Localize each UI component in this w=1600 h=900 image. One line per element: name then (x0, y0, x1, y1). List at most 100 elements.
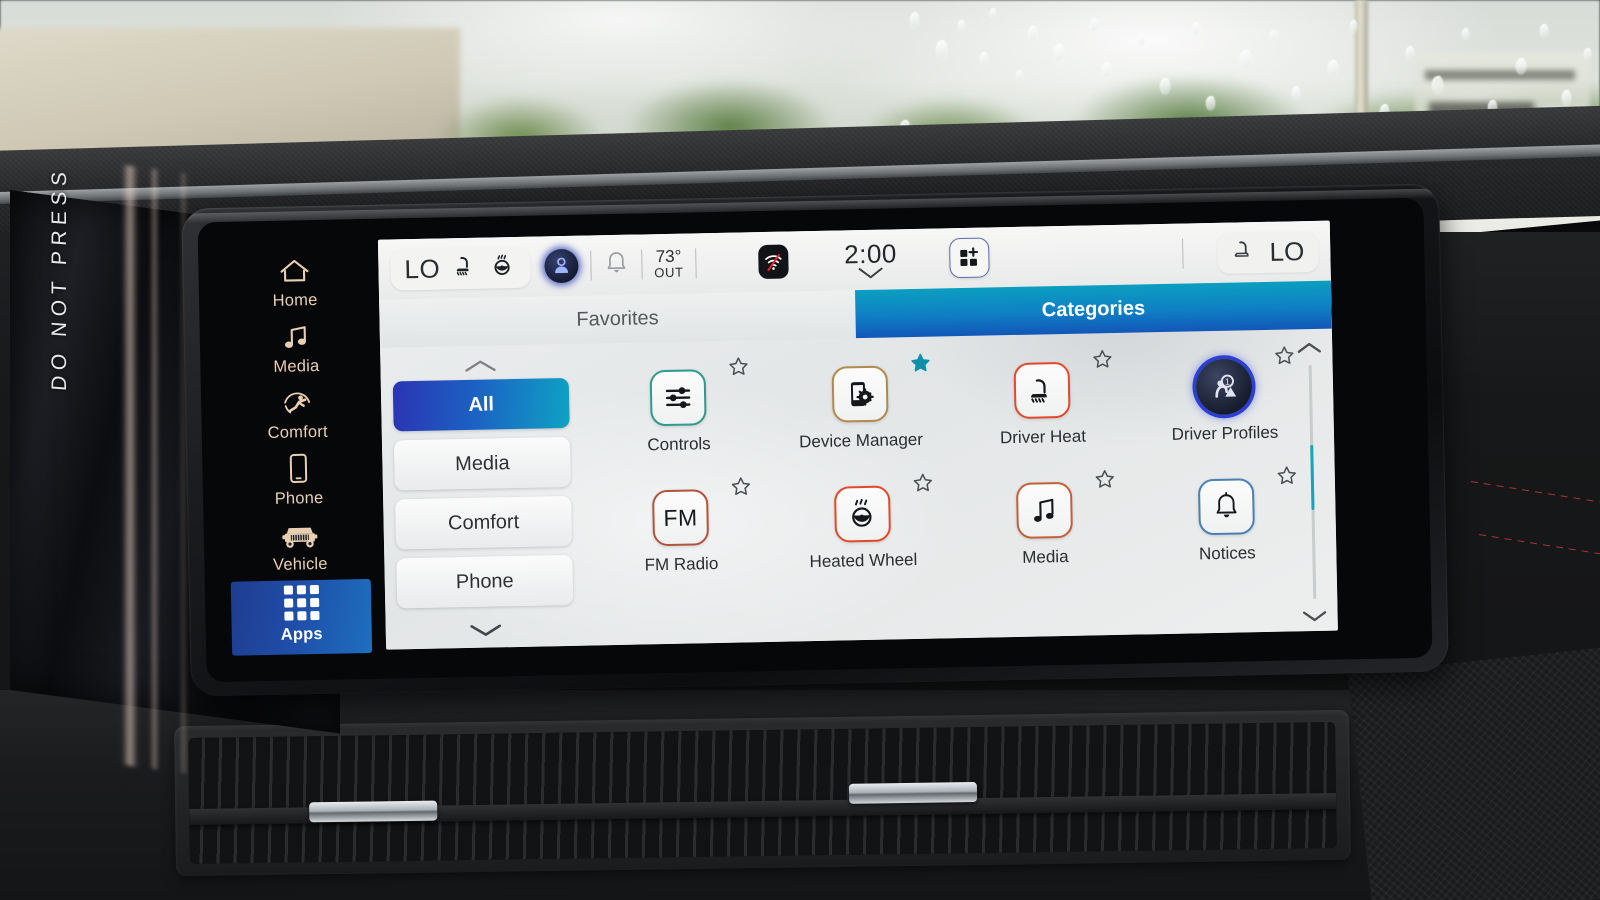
app-label: Notices (1198, 543, 1256, 564)
sidebar-item-label: Apps (280, 624, 324, 644)
svg-text:1: 1 (1225, 377, 1230, 387)
wifi-off-icon[interactable] (758, 244, 789, 280)
heated-seat-icon[interactable] (1231, 237, 1258, 269)
category-label: Phone (455, 569, 514, 593)
music-note-icon (281, 322, 312, 353)
jeep-icon (279, 520, 322, 551)
tab-label: Categories (1041, 296, 1146, 321)
category-label: Comfort (447, 510, 520, 534)
app-tile-driver-heat[interactable]: Driver Heat (950, 341, 1134, 465)
fm-text-icon[interactable]: FM (651, 489, 710, 547)
category-button-all[interactable]: All (392, 377, 570, 432)
vent-adjuster-knob[interactable] (848, 782, 978, 805)
rain-drop (1270, 30, 1277, 41)
driver-profile-icon[interactable] (543, 248, 579, 284)
rain-drop (1432, 76, 1443, 93)
scrollbar-track[interactable] (1308, 365, 1316, 600)
tab-categories[interactable]: Categories (855, 280, 1332, 339)
infotainment-display: Home Media Comfort Phone Vehicle Apps LO (197, 197, 1433, 683)
app-tile-fm-radio[interactable]: FM FM Radio (589, 468, 773, 592)
sliders-icon[interactable] (649, 369, 707, 427)
app-tile-driver-profiles[interactable]: 1 Driver Profiles (1132, 337, 1316, 461)
house-icon (277, 256, 312, 287)
app-label: Driver Profiles (1171, 422, 1279, 444)
heated-seat-icon[interactable] (452, 252, 479, 284)
outside-temp-label: OUT (654, 264, 684, 281)
rain-drop (1540, 24, 1548, 37)
bell-icon[interactable] (1197, 478, 1255, 536)
rain-drop (1028, 26, 1037, 41)
scrollbar-thumb[interactable] (1309, 444, 1315, 511)
chevron-down-icon (470, 624, 501, 636)
do-not-press-label: DO NOT PRESS (48, 165, 71, 392)
heated-seat-icon[interactable] (1013, 361, 1071, 419)
app-grid: Controls Device Manager Driver Heat 1 Driver… (580, 329, 1338, 646)
sidebar-item-label: Media (273, 356, 320, 376)
rain-drop (1054, 44, 1064, 61)
screenshot-root: DO NOT PRESS Home Media Comfort Phone Vehicl… (0, 0, 1600, 900)
star-outline-icon[interactable] (1095, 469, 1115, 489)
star-outline-icon[interactable] (731, 476, 751, 496)
vent-adjuster-knob[interactable] (309, 800, 438, 822)
app-tile-device-manager[interactable]: Device Manager (768, 344, 952, 468)
sidebar-item-label: Vehicle (272, 554, 328, 574)
sidebar-item-apps[interactable]: Apps (230, 578, 373, 656)
category-label: Media (454, 451, 510, 475)
category-button-media[interactable]: Media (393, 436, 571, 491)
nav-rail: Home Media Comfort Phone Vehicle Apps (224, 235, 373, 666)
category-scroll-up-button[interactable] (461, 351, 500, 380)
rain-drop (1016, 70, 1023, 81)
sidebar-item-home[interactable]: Home (224, 249, 365, 318)
passenger-side-panel (1347, 647, 1600, 900)
heated-wheel-icon[interactable] (833, 485, 892, 543)
category-button-comfort[interactable]: Comfort (395, 495, 573, 550)
rain-drop (1462, 28, 1469, 39)
center-air-vents[interactable] (174, 709, 1351, 877)
sidebar-item-label: Phone (274, 488, 324, 508)
app-label: Controls (647, 434, 711, 455)
category-button-phone[interactable]: Phone (396, 554, 574, 609)
rain-drop (990, 8, 996, 18)
app-label: Heated Wheel (809, 549, 918, 572)
app-tile-media[interactable]: Media (953, 461, 1137, 585)
rain-drop (1102, 62, 1111, 77)
rain-drop (910, 12, 919, 28)
chevron-down-icon[interactable] (1300, 609, 1328, 624)
add-widget-icon[interactable] (948, 237, 990, 279)
sidebar-item-comfort[interactable]: Comfort (227, 381, 368, 450)
sidebar-item-media[interactable]: Media (225, 315, 366, 384)
app-tile-notices[interactable]: Notices (1134, 457, 1318, 581)
clock-widget[interactable]: 2:00 (844, 238, 897, 280)
chevron-down-icon[interactable] (856, 266, 886, 280)
rain-drop (1406, 46, 1414, 59)
driver-profile-icon[interactable]: 1 (1195, 358, 1253, 416)
tab-label: Favorites (576, 306, 659, 331)
app-tile-controls[interactable]: Controls (586, 348, 770, 472)
star-outline-icon[interactable] (728, 356, 748, 376)
infotainment-screen-bezel: Home Media Comfort Phone Vehicle Apps LO (181, 183, 1449, 697)
heated-steering-wheel-icon[interactable] (490, 251, 517, 283)
outside-temp-value: 73° (655, 246, 682, 267)
rain-drop (1328, 60, 1338, 76)
rain-drop (1350, 20, 1357, 32)
star-filled-icon[interactable] (910, 353, 930, 373)
sidebar-item-label: Comfort (267, 422, 328, 442)
phone-gear-icon[interactable] (831, 365, 889, 423)
category-label: All (468, 392, 495, 416)
app-grid-scrollbar[interactable] (1292, 335, 1332, 628)
grid-apps-icon (283, 584, 320, 621)
seat-person-icon (280, 388, 315, 419)
chevron-up-icon[interactable] (1295, 341, 1323, 356)
rain-drop (1138, 34, 1145, 46)
category-scroll-down-button[interactable] (466, 615, 505, 644)
sidebar-item-vehicle[interactable]: Vehicle (229, 513, 370, 582)
bell-icon[interactable] (603, 248, 630, 282)
app-tile-heated-wheel[interactable]: Heated Wheel (771, 464, 955, 588)
star-outline-icon[interactable] (913, 473, 933, 493)
sidebar-item-phone[interactable]: Phone (228, 447, 369, 516)
passenger-climate-pill[interactable]: LO (1217, 230, 1319, 274)
tab-favorites[interactable]: Favorites (379, 290, 856, 348)
music-note-icon[interactable] (1015, 481, 1074, 539)
driver-climate-pill[interactable]: LO (390, 246, 531, 290)
star-outline-icon[interactable] (1092, 349, 1112, 369)
